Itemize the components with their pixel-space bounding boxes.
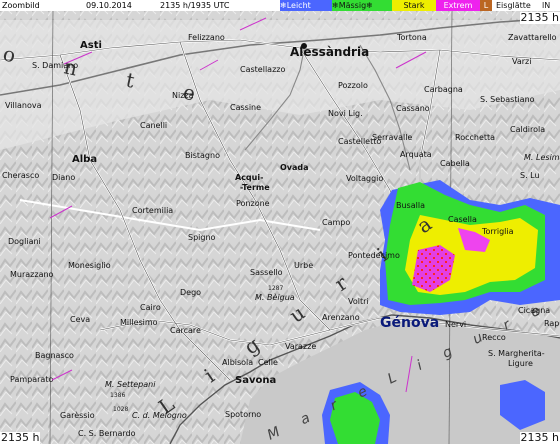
header-date: 09.10.2014 [86, 1, 132, 10]
town-label: Dego [180, 288, 201, 297]
town-label: Bagnasco [35, 351, 74, 360]
town-label: Pamparato [10, 375, 53, 384]
town-label: Celle [258, 358, 278, 367]
town-label: C. S. Bernardo [78, 429, 136, 438]
town-label: Rap [544, 319, 559, 328]
town-label: Albisola [222, 358, 253, 367]
town-label: Zavattarello [508, 33, 557, 42]
legend-item-extrem[interactable]: Extrem [436, 0, 480, 11]
header-bar: Zoombild 09.10.2014 2135 h/1935 UTC ❄Lei… [0, 0, 560, 11]
town-label: Bistagno [185, 151, 220, 160]
legend-item-eisglatte[interactable]: Eisglätte [496, 0, 540, 11]
town-label: Diano [52, 173, 75, 182]
timestamp-bottom-right: 2135 h [519, 431, 560, 444]
town-label: Millesimo [120, 318, 158, 327]
legend-item-massig[interactable]: ❄Mässig❄ [332, 0, 392, 11]
legend-label: Mässig [338, 1, 367, 10]
legend-item-l[interactable]: L [480, 0, 492, 11]
town-label: Busalla [396, 201, 425, 210]
header-title: Zoombild [2, 1, 40, 10]
town-label: Nervi [445, 320, 466, 329]
town-label: Ponzone [236, 199, 270, 208]
peak-label: M. Settepani [105, 380, 156, 389]
town-label: Cairo [140, 303, 161, 312]
town-label: Nizza [172, 91, 194, 100]
town-label: Ovada [280, 163, 309, 172]
town-label: Felizzano [188, 33, 225, 42]
legend-item-stark[interactable]: Stark [392, 0, 436, 11]
peak-label: C. d. Melogno [132, 411, 187, 420]
town-label: Spotorno [225, 410, 261, 419]
town-label: Cassine [230, 103, 261, 112]
timestamp-top-right: 2135 h [519, 11, 560, 24]
elevation-label: 1287 [268, 285, 283, 292]
town-label: Rocchetta [455, 133, 495, 142]
town-label: Tortona [396, 33, 427, 42]
city-label: Alessàndria [290, 45, 369, 59]
town-label: Cortemilia [132, 206, 173, 215]
town-label: Torriglia [481, 227, 514, 236]
town-label: Arenzano [322, 313, 360, 322]
elevation-label: 1028 [113, 406, 128, 413]
city-label: Alba [72, 154, 97, 165]
town-label: Carbagna [424, 85, 463, 94]
weather-map[interactable]: o n t e L i g u r i a M a r e L i g u r … [0, 0, 560, 444]
town-label: Castelletto [338, 137, 381, 146]
city-label: Asti [80, 40, 102, 51]
town-label: S. Margherita- [488, 349, 545, 358]
legend-item-ln[interactable]: lN [542, 0, 560, 11]
city-label: Savona [235, 375, 276, 386]
town-label: Villanova [5, 101, 42, 110]
town-label: Spigno [188, 233, 216, 242]
legend-item-leicht[interactable]: ❄Leicht [280, 0, 332, 11]
town-label: S. Damiano [32, 61, 78, 70]
header-time: 2135 h/1935 UTC [160, 1, 230, 10]
town-label: Dogliani [8, 237, 41, 246]
town-label: Casella [448, 215, 477, 224]
city-label: Génova [380, 315, 439, 331]
town-label: Pozzolo [338, 81, 368, 90]
town-label: Voltaggio [346, 174, 383, 183]
town-label: Novi Lig. [328, 109, 363, 118]
town-label: Carcare [170, 326, 201, 335]
town-label: Garèssio [60, 410, 95, 420]
town-label: Cassano [396, 104, 430, 113]
town-label: Ceva [70, 315, 90, 324]
town-label: Monesiglio [68, 261, 111, 270]
town-label: -Terme [240, 183, 270, 192]
town-label: Cherasco [2, 171, 39, 180]
town-label: Murazzano [10, 270, 54, 279]
town-label: Varazze [285, 342, 316, 351]
town-label: Varzi [512, 57, 531, 66]
town-label: Cabella [440, 159, 470, 168]
town-label: Canelli [140, 121, 167, 130]
town-label: Arquata [400, 150, 432, 159]
town-label: Recco [482, 333, 506, 342]
snowflake-icon: ❄ [332, 1, 339, 10]
town-label: Campo [322, 218, 350, 227]
town-label: Urbe [294, 261, 313, 270]
snowflake-icon: ❄ [366, 1, 373, 10]
legend-label: Leicht [286, 1, 311, 10]
town-label: Voltri [348, 297, 369, 306]
town-label: Acqui- [235, 173, 263, 182]
town-label: Ligure [508, 359, 533, 368]
town-label: Pontedecimo [348, 251, 400, 260]
town-label: S. Sebastiano [480, 95, 535, 104]
town-label: Caldirola [510, 125, 545, 134]
timestamp-bottom-left: 2135 h [0, 431, 41, 444]
elevation-label: 1386 [110, 392, 125, 399]
town-label: Cicagna [518, 306, 550, 315]
peak-label: M. Lesima [524, 153, 560, 162]
town-label: Castellazzo [240, 65, 285, 74]
snowflake-icon: ❄ [280, 1, 287, 10]
town-label: S. Lu [520, 171, 540, 180]
peak-label: M. Bèigua [255, 292, 295, 302]
town-label: Sassello [250, 268, 283, 277]
